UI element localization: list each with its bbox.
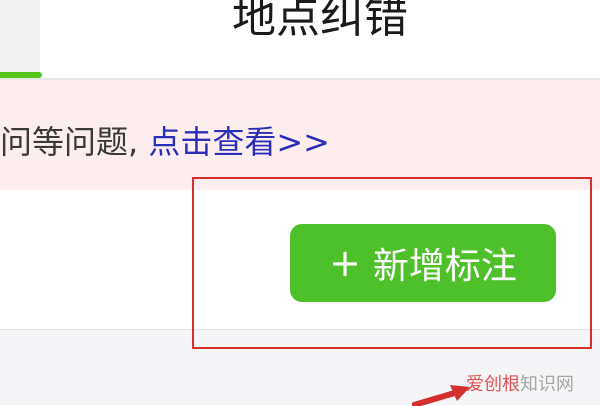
notice-view-link[interactable]: 点击查看>> [148,123,330,161]
add-annotation-button[interactable]: + 新增标注 [290,224,556,302]
watermark: 爱创根知识网 [466,375,574,395]
add-annotation-label: 新增标注 [372,246,517,287]
watermark-brand: 爱创根 [466,374,520,395]
page-title: 地点纠错 [232,0,408,43]
annotation-arrow [412,385,470,406]
plus-icon: + [329,241,361,285]
notice-text: 问等问题, [0,123,149,161]
watermark-suffix: 知识网 [520,374,574,395]
left-panel [0,0,40,80]
notice-message: 问等问题, 点击查看>> [0,121,330,163]
